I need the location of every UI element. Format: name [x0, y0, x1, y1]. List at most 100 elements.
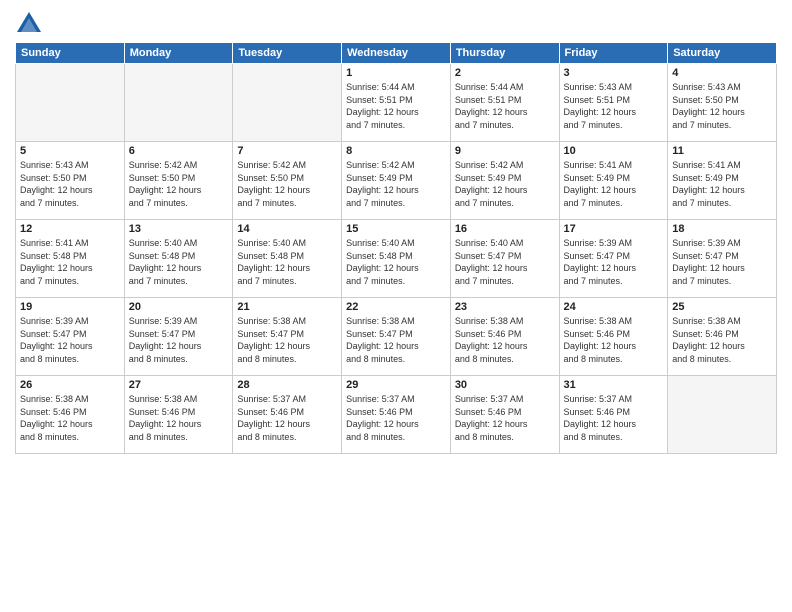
day-info: Sunrise: 5:42 AM Sunset: 5:50 PM Dayligh… [129, 159, 229, 209]
day-info: Sunrise: 5:42 AM Sunset: 5:49 PM Dayligh… [455, 159, 555, 209]
day-number: 14 [237, 223, 337, 235]
day-number: 2 [455, 67, 555, 79]
calendar-cell: 25 Sunrise: 5:38 AM Sunset: 5:46 PM Dayli… [668, 298, 777, 376]
calendar-cell [233, 64, 342, 142]
calendar-cell: 13Sunrise: 5:40 AM Sunset: 5:48 PM Dayli… [124, 220, 233, 298]
day-number: 16 [455, 223, 555, 235]
day-number: 8 [346, 145, 446, 157]
day-number: 22 [346, 301, 446, 313]
logo-icon [15, 10, 43, 38]
logo [15, 10, 47, 38]
day-number: 7 [237, 145, 337, 157]
calendar-cell: 17 Sunrise: 5:39 AM Sunset: 5:47 PM Dayli… [559, 220, 668, 298]
calendar-cell: 24 Sunrise: 5:38 AM Sunset: 5:46 PM Dayli… [559, 298, 668, 376]
calendar-week-row: 19 Sunrise: 5:39 AM Sunset: 5:47 PM Dayli… [16, 298, 777, 376]
calendar-week-row: 1 Sunrise: 5:44 AM Sunset: 5:51 PM Daylig… [16, 64, 777, 142]
day-info: Sunrise: 5:38 AM Sunset: 5:46 PM Dayligh… [20, 393, 120, 443]
day-number: 3 [564, 67, 664, 79]
day-number: 9 [455, 145, 555, 157]
calendar-header-sunday: Sunday [16, 43, 125, 64]
calendar-cell [668, 376, 777, 454]
day-info: Sunrise: 5:38 AM Sunset: 5:46 PM Dayligh… [564, 315, 664, 365]
day-number: 15 [346, 223, 446, 235]
calendar-header-thursday: Thursday [450, 43, 559, 64]
calendar-cell: 16 Sunrise: 5:40 AM Sunset: 5:47 PM Dayli… [450, 220, 559, 298]
day-number: 23 [455, 301, 555, 313]
day-info: Sunrise: 5:38 AM Sunset: 5:46 PM Dayligh… [455, 315, 555, 365]
calendar-cell: 19 Sunrise: 5:39 AM Sunset: 5:47 PM Dayli… [16, 298, 125, 376]
day-info: Sunrise: 5:44 AM Sunset: 5:51 PM Dayligh… [455, 81, 555, 131]
day-info: Sunrise: 5:37 AM Sunset: 5:46 PM Dayligh… [237, 393, 337, 443]
calendar-cell [124, 64, 233, 142]
day-number: 29 [346, 379, 446, 391]
day-info: Sunrise: 5:40 AM Sunset: 5:47 PM Dayligh… [455, 237, 555, 287]
day-number: 13 [129, 223, 229, 235]
day-number: 1 [346, 67, 446, 79]
calendar-cell: 10Sunrise: 5:41 AM Sunset: 5:49 PM Dayli… [559, 142, 668, 220]
calendar-header-monday: Monday [124, 43, 233, 64]
calendar-header-wednesday: Wednesday [342, 43, 451, 64]
day-number: 5 [20, 145, 120, 157]
day-info: Sunrise: 5:43 AM Sunset: 5:51 PM Dayligh… [564, 81, 664, 131]
day-number: 11 [672, 145, 772, 157]
day-info: Sunrise: 5:39 AM Sunset: 5:47 PM Dayligh… [129, 315, 229, 365]
day-info: Sunrise: 5:44 AM Sunset: 5:51 PM Dayligh… [346, 81, 446, 131]
day-info: Sunrise: 5:37 AM Sunset: 5:46 PM Dayligh… [455, 393, 555, 443]
day-number: 17 [564, 223, 664, 235]
day-info: Sunrise: 5:40 AM Sunset: 5:48 PM Dayligh… [237, 237, 337, 287]
day-number: 21 [237, 301, 337, 313]
calendar-cell: 6 Sunrise: 5:42 AM Sunset: 5:50 PM Daylig… [124, 142, 233, 220]
calendar-cell: 15 Sunrise: 5:40 AM Sunset: 5:48 PM Dayli… [342, 220, 451, 298]
calendar-cell: 8 Sunrise: 5:42 AM Sunset: 5:49 PM Daylig… [342, 142, 451, 220]
day-number: 25 [672, 301, 772, 313]
calendar-cell: 9 Sunrise: 5:42 AM Sunset: 5:49 PM Daylig… [450, 142, 559, 220]
day-info: Sunrise: 5:37 AM Sunset: 5:46 PM Dayligh… [564, 393, 664, 443]
calendar-week-row: 26 Sunrise: 5:38 AM Sunset: 5:46 PM Dayli… [16, 376, 777, 454]
day-number: 26 [20, 379, 120, 391]
day-number: 18 [672, 223, 772, 235]
calendar-cell: 28 Sunrise: 5:37 AM Sunset: 5:46 PM Dayli… [233, 376, 342, 454]
day-info: Sunrise: 5:42 AM Sunset: 5:49 PM Dayligh… [346, 159, 446, 209]
day-info: Sunrise: 5:39 AM Sunset: 5:47 PM Dayligh… [672, 237, 772, 287]
calendar-cell: 5Sunrise: 5:43 AM Sunset: 5:50 PM Daylig… [16, 142, 125, 220]
day-info: Sunrise: 5:38 AM Sunset: 5:47 PM Dayligh… [237, 315, 337, 365]
calendar-cell: 11 Sunrise: 5:41 AM Sunset: 5:49 PM Dayli… [668, 142, 777, 220]
calendar-header-friday: Friday [559, 43, 668, 64]
calendar-cell: 14 Sunrise: 5:40 AM Sunset: 5:48 PM Dayli… [233, 220, 342, 298]
day-number: 19 [20, 301, 120, 313]
day-info: Sunrise: 5:40 AM Sunset: 5:48 PM Dayligh… [346, 237, 446, 287]
calendar-cell [16, 64, 125, 142]
day-number: 6 [129, 145, 229, 157]
calendar-cell: 29 Sunrise: 5:37 AM Sunset: 5:46 PM Dayli… [342, 376, 451, 454]
day-number: 20 [129, 301, 229, 313]
day-info: Sunrise: 5:41 AM Sunset: 5:49 PM Dayligh… [564, 159, 664, 209]
day-info: Sunrise: 5:38 AM Sunset: 5:46 PM Dayligh… [672, 315, 772, 365]
calendar-header-row: SundayMondayTuesdayWednesdayThursdayFrid… [16, 43, 777, 64]
calendar-cell: 3 Sunrise: 5:43 AM Sunset: 5:51 PM Daylig… [559, 64, 668, 142]
calendar-cell: 23 Sunrise: 5:38 AM Sunset: 5:46 PM Dayli… [450, 298, 559, 376]
calendar-cell: 30Sunrise: 5:37 AM Sunset: 5:46 PM Dayli… [450, 376, 559, 454]
day-number: 24 [564, 301, 664, 313]
calendar-cell: 4Sunrise: 5:43 AM Sunset: 5:50 PM Daylig… [668, 64, 777, 142]
calendar-cell: 7 Sunrise: 5:42 AM Sunset: 5:50 PM Daylig… [233, 142, 342, 220]
day-number: 28 [237, 379, 337, 391]
calendar-cell: 18 Sunrise: 5:39 AM Sunset: 5:47 PM Dayli… [668, 220, 777, 298]
day-info: Sunrise: 5:37 AM Sunset: 5:46 PM Dayligh… [346, 393, 446, 443]
calendar-header-saturday: Saturday [668, 43, 777, 64]
day-number: 12 [20, 223, 120, 235]
day-info: Sunrise: 5:39 AM Sunset: 5:47 PM Dayligh… [20, 315, 120, 365]
header [15, 10, 777, 38]
calendar-week-row: 12 Sunrise: 5:41 AM Sunset: 5:48 PM Dayli… [16, 220, 777, 298]
calendar-cell: 31 Sunrise: 5:37 AM Sunset: 5:46 PM Dayli… [559, 376, 668, 454]
calendar-cell: 26 Sunrise: 5:38 AM Sunset: 5:46 PM Dayli… [16, 376, 125, 454]
day-info: Sunrise: 5:42 AM Sunset: 5:50 PM Dayligh… [237, 159, 337, 209]
day-info: Sunrise: 5:39 AM Sunset: 5:47 PM Dayligh… [564, 237, 664, 287]
day-info: Sunrise: 5:41 AM Sunset: 5:48 PM Dayligh… [20, 237, 120, 287]
calendar-cell: 12 Sunrise: 5:41 AM Sunset: 5:48 PM Dayli… [16, 220, 125, 298]
calendar-cell: 20 Sunrise: 5:39 AM Sunset: 5:47 PM Dayli… [124, 298, 233, 376]
calendar-cell: 21 Sunrise: 5:38 AM Sunset: 5:47 PM Dayli… [233, 298, 342, 376]
calendar-week-row: 5Sunrise: 5:43 AM Sunset: 5:50 PM Daylig… [16, 142, 777, 220]
calendar-cell: 2 Sunrise: 5:44 AM Sunset: 5:51 PM Daylig… [450, 64, 559, 142]
day-info: Sunrise: 5:41 AM Sunset: 5:49 PM Dayligh… [672, 159, 772, 209]
day-number: 31 [564, 379, 664, 391]
